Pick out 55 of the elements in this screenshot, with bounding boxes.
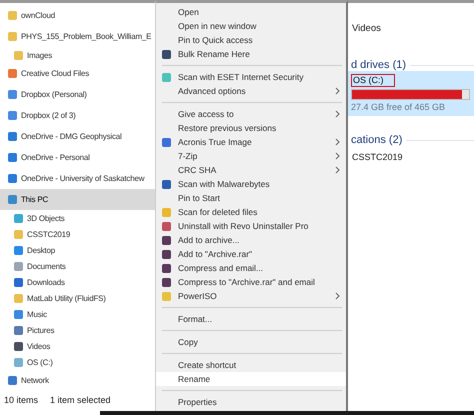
nav-item[interactable]: PHYS_155_Problem_Book_William_E	[0, 26, 155, 47]
drive-name[interactable]: OS (C:)	[351, 74, 394, 87]
nav-item[interactable]: OneDrive - DMG Geophysical	[0, 126, 155, 147]
nav-item[interactable]: Downloads	[0, 274, 155, 290]
menu-item[interactable]: Pin to Start	[156, 191, 346, 206]
nav-item[interactable]: Creative Cloud Files	[0, 63, 155, 84]
selection-status: 1 item selected	[50, 395, 111, 405]
menu-item[interactable]: Give access to	[156, 106, 346, 121]
nav-item[interactable]: This PC	[0, 189, 155, 210]
nav-item[interactable]: Dropbox (2 of 3)	[0, 105, 155, 126]
menu-item[interactable]: Format...	[156, 312, 346, 326]
nav-item[interactable]: ownCloud	[0, 5, 155, 26]
nav-item[interactable]: Images	[0, 47, 155, 63]
menu-item[interactable]: Add to archive...	[156, 233, 346, 248]
nav-item[interactable]: Videos	[0, 338, 155, 354]
menu-item[interactable]: Create shortcut	[156, 358, 346, 372]
nav-item[interactable]: Desktop	[0, 242, 155, 258]
menu-item[interactable]: Scan with ESET Internet Security	[156, 70, 346, 84]
menu-item[interactable]: CRC SHA	[156, 163, 346, 178]
nav-item[interactable]: OneDrive - Personal	[0, 147, 155, 168]
menu-item[interactable]: Open	[156, 5, 346, 20]
location-item[interactable]: CSSTC2019	[348, 146, 474, 168]
menu-item[interactable]: Pin to Quick access	[156, 33, 346, 48]
menu-item[interactable]: Restore previous versions	[156, 120, 346, 135]
item-count: 10 items	[4, 395, 38, 405]
menu-item[interactable]: Compress to "Archive.rar" and email	[156, 275, 346, 290]
drive-item[interactable]: OS (C:) 27.4 GB free of 465 GB	[348, 71, 474, 116]
nav-item[interactable]: Music	[0, 306, 155, 322]
folder-item[interactable]: Videos	[348, 23, 474, 41]
menu-item[interactable]: Uninstall with Revo Uninstaller Pro	[156, 219, 346, 234]
nav-item[interactable]: OneDrive - University of Saskatchew	[0, 168, 155, 189]
menu-item[interactable]: Advanced options	[156, 84, 346, 98]
nav-item[interactable]: Network	[0, 370, 155, 391]
section-heading[interactable]: cations (2)	[351, 134, 402, 146]
menu-item[interactable]: PowerISO	[156, 289, 346, 304]
menu-item[interactable]: Properties	[156, 395, 346, 410]
menu-item[interactable]: 7-Zip	[156, 149, 346, 164]
nav-item[interactable]: 3D Objects	[0, 210, 155, 226]
menu-item[interactable]: Open in new window	[156, 19, 346, 34]
menu-item[interactable]: Compress and email...	[156, 261, 346, 276]
menu-item[interactable]: Bulk Rename Here	[156, 47, 346, 62]
nav-item[interactable]: Dropbox (Personal)	[0, 84, 155, 105]
menu-item[interactable]: Copy	[156, 335, 346, 350]
nav-item[interactable]: MatLab Utility (FluidFS)	[0, 290, 155, 306]
menu-item[interactable]: Scan with Malwarebytes	[156, 177, 346, 192]
section-heading[interactable]: d drives (1)	[351, 59, 406, 71]
nav-item[interactable]: CSSTC2019	[0, 226, 155, 242]
nav-item[interactable]: Documents	[0, 258, 155, 274]
menu-item[interactable]: Acronis True Image	[156, 135, 346, 150]
free-space: 27.4 GB free of 465 GB	[351, 102, 446, 112]
nav-item[interactable]: Pictures	[0, 322, 155, 338]
menu-item[interactable]: Add to "Archive.rar"	[156, 247, 346, 262]
nav-item[interactable]: OS (C:)	[0, 354, 155, 370]
menu-item[interactable]: Scan for deleted files	[156, 205, 346, 220]
menu-item[interactable]: Rename	[156, 372, 346, 386]
